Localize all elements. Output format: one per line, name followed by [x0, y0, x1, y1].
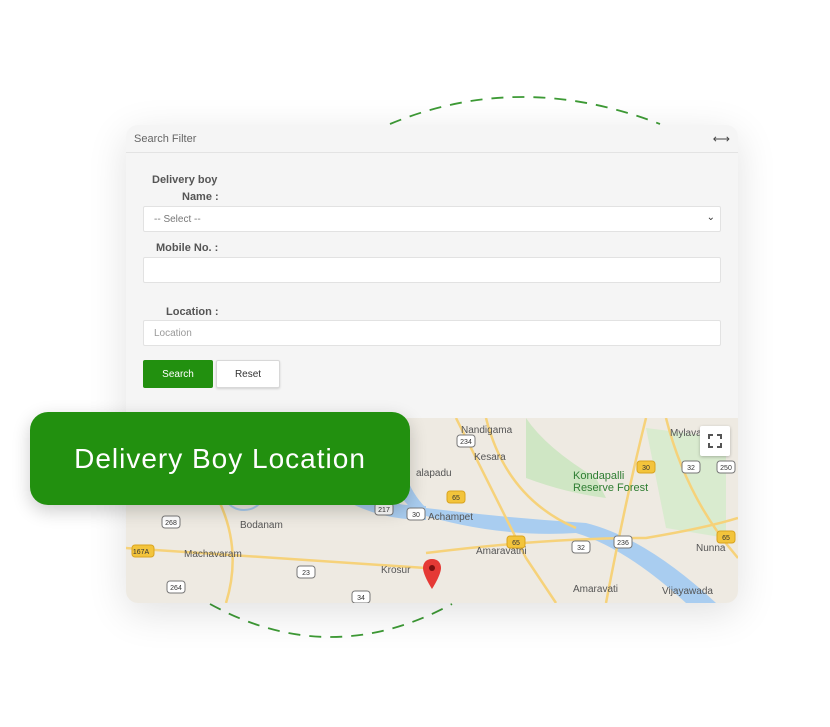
highway-shield: 34 [351, 590, 371, 603]
svg-text:30: 30 [642, 465, 650, 472]
delivery-boy-location-badge: Delivery Boy Location [30, 412, 410, 505]
fullscreen-button[interactable] [700, 426, 730, 456]
map-label: Machavaram [184, 549, 242, 560]
panel-title: Search Filter [134, 132, 197, 145]
svg-text:236: 236 [617, 540, 629, 547]
mobile-input[interactable] [143, 257, 721, 283]
highway-shield: 264 [166, 580, 186, 594]
svg-text:234: 234 [460, 439, 472, 446]
map-label: Nunna [696, 543, 726, 554]
highway-shield: 23 [296, 565, 316, 579]
map-label: Reserve Forest [573, 482, 648, 494]
highway-shield: 167A [131, 544, 155, 558]
select-value: -- Select -- [154, 213, 201, 225]
svg-text:32: 32 [687, 465, 695, 472]
svg-text:32: 32 [577, 545, 585, 552]
delivery-boy-name-select[interactable]: -- Select -- ⌄ [143, 206, 721, 232]
horizontal-arrows-icon[interactable]: ⟷ [713, 132, 730, 146]
svg-text:65: 65 [722, 535, 730, 542]
map-label: Kesara [474, 452, 506, 463]
map-label: Bodanam [240, 520, 283, 531]
svg-text:65: 65 [452, 495, 460, 502]
highway-shield: 65 [716, 530, 736, 544]
highway-shield: 30 [636, 460, 656, 474]
svg-text:34: 34 [357, 595, 365, 602]
svg-text:30: 30 [412, 512, 420, 519]
svg-text:217: 217 [378, 507, 390, 514]
map-label: Vijayawada [662, 586, 713, 597]
name-label-line2: Name : [182, 191, 219, 203]
highway-shield: 65 [506, 535, 526, 549]
search-button[interactable]: Search [143, 360, 213, 388]
map-label: Nandigama [461, 425, 513, 436]
highway-shield: 32 [571, 540, 591, 554]
map-label: Achampet [428, 512, 473, 523]
highway-shield: 32 [681, 460, 701, 474]
location-input[interactable]: Location [143, 320, 721, 346]
search-filter-panel: Search Filter ⟷ Delivery boy Name : -- S… [126, 125, 738, 603]
highway-shield: 65 [446, 490, 466, 504]
fullscreen-icon [708, 434, 722, 448]
svg-text:250: 250 [720, 465, 732, 472]
map-label: alapadu [416, 468, 452, 479]
panel-header: Search Filter ⟷ [126, 125, 738, 153]
highway-shield: 30 [406, 507, 426, 521]
svg-text:23: 23 [302, 570, 310, 577]
map-pin-icon[interactable] [422, 558, 442, 590]
highway-shield: 268 [161, 515, 181, 529]
map-label: Amaravati [573, 584, 618, 595]
svg-text:268: 268 [165, 520, 177, 527]
mobile-label: Mobile No. : [156, 242, 219, 254]
map-label: Kondapalli [573, 470, 624, 482]
highway-shield: 250 [716, 460, 736, 474]
reset-button[interactable]: Reset [216, 360, 280, 388]
highway-shield: 236 [613, 535, 633, 549]
highway-shield: 234 [456, 434, 476, 448]
svg-text:167A: 167A [133, 549, 150, 556]
map-label: Krosur [381, 565, 411, 576]
svg-text:264: 264 [170, 585, 182, 592]
name-label-line1: Delivery boy [152, 174, 218, 186]
location-label: Location : [166, 306, 219, 318]
svg-text:65: 65 [512, 540, 520, 547]
chevron-down-icon: ⌄ [706, 212, 715, 223]
